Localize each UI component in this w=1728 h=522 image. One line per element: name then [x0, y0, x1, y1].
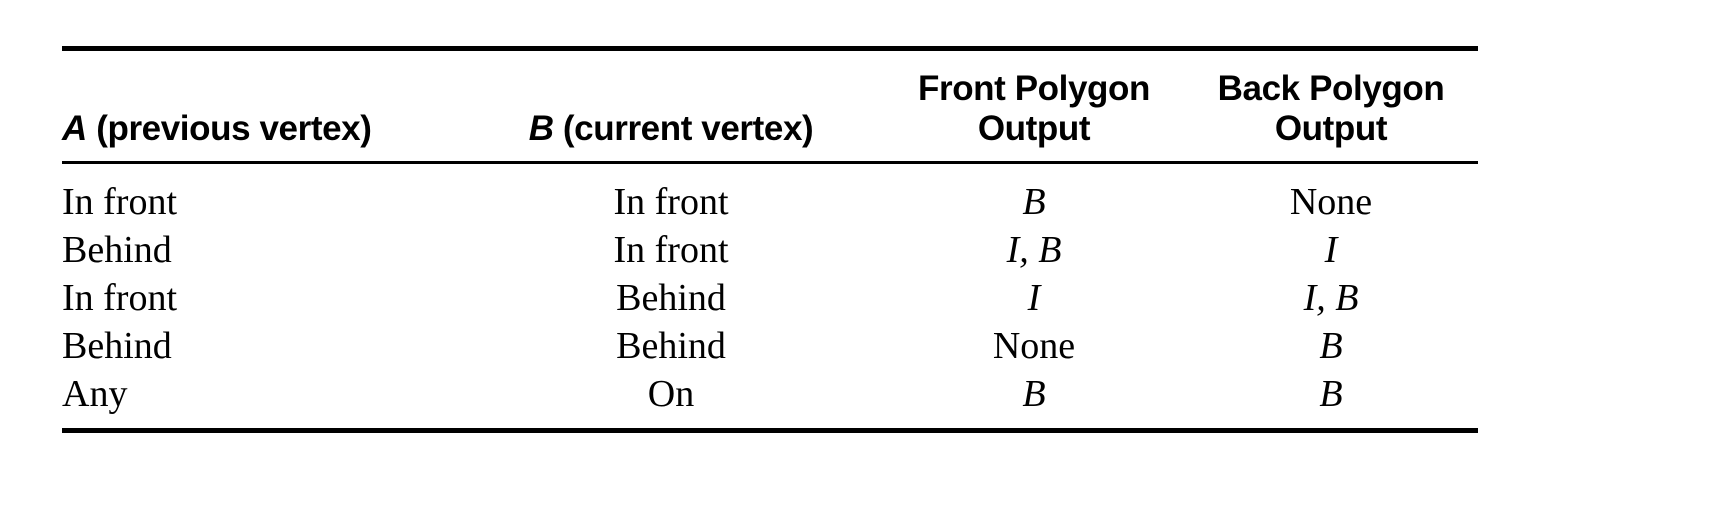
- cell-current-vertex: Behind: [616, 276, 726, 319]
- column-header-back-line1: Back Polygon: [1217, 69, 1445, 108]
- table-row: Behind Behind None B: [62, 322, 1478, 370]
- header-row: A (previous vertex) B (current vertex) F…: [62, 51, 1478, 161]
- vertex-output-table: A (previous vertex) B (current vertex) F…: [62, 51, 1478, 161]
- cell-previous-vertex: Any: [62, 372, 128, 415]
- table-row: Behind In front I, B I: [62, 226, 1478, 274]
- cell-front-polygon-output: B: [1022, 372, 1046, 415]
- cell-back-polygon-output: B: [1319, 324, 1343, 367]
- cell-previous-vertex: In front: [62, 276, 178, 319]
- column-header-back-line2: Output: [1274, 108, 1388, 148]
- column-header-a: A (previous vertex): [62, 51, 492, 161]
- cell-current-vertex: In front: [613, 228, 729, 271]
- cell-previous-vertex: Behind: [62, 228, 172, 271]
- table-header: A (previous vertex) B (current vertex) F…: [62, 51, 1478, 161]
- table-row: In front In front B None: [62, 164, 1478, 226]
- column-header-back-polygon-output: Back Polygon Output: [1184, 51, 1478, 161]
- cell-previous-vertex: In front: [62, 180, 178, 223]
- cell-front-polygon-output: None: [992, 324, 1076, 367]
- column-header-b: B (current vertex): [492, 51, 884, 161]
- column-header-b-text: (current vertex): [553, 108, 814, 148]
- column-header-a-variable: A: [62, 108, 87, 148]
- cell-back-polygon-output: I, B: [1303, 276, 1359, 319]
- cell-front-polygon-output: I, B: [1006, 228, 1062, 271]
- cell-back-polygon-output: I: [1324, 228, 1338, 271]
- column-header-front-line2: Output: [977, 108, 1091, 148]
- cell-back-polygon-output: B: [1319, 372, 1343, 415]
- cell-previous-vertex: Behind: [62, 324, 172, 367]
- cell-current-vertex: Behind: [616, 324, 726, 367]
- table-bottom-rule: [62, 427, 1478, 433]
- vertex-output-table-body: In front In front B None Behind In front I, BI…: [62, 164, 1478, 428]
- column-header-a-text: (previous vertex): [86, 108, 372, 148]
- cell-current-vertex: On: [647, 372, 695, 415]
- table-body: In front In front B None Behind In front I, BI…: [62, 164, 1478, 428]
- column-header-front-polygon-output: Front Polygon Output: [884, 51, 1184, 161]
- column-header-front-line1: Front Polygon: [918, 69, 1150, 108]
- polygon-clipping-table: A (previous vertex) B (current vertex) F…: [62, 46, 1478, 433]
- cell-front-polygon-output: I: [1027, 276, 1041, 319]
- cell-back-polygon-output: None: [1289, 180, 1373, 223]
- cell-front-polygon-output: B: [1022, 180, 1046, 223]
- column-header-b-variable: B: [528, 108, 554, 148]
- cell-current-vertex: In front: [613, 180, 729, 223]
- table-row: In front Behind I I, B: [62, 274, 1478, 322]
- table-row: Any On B B: [62, 370, 1478, 428]
